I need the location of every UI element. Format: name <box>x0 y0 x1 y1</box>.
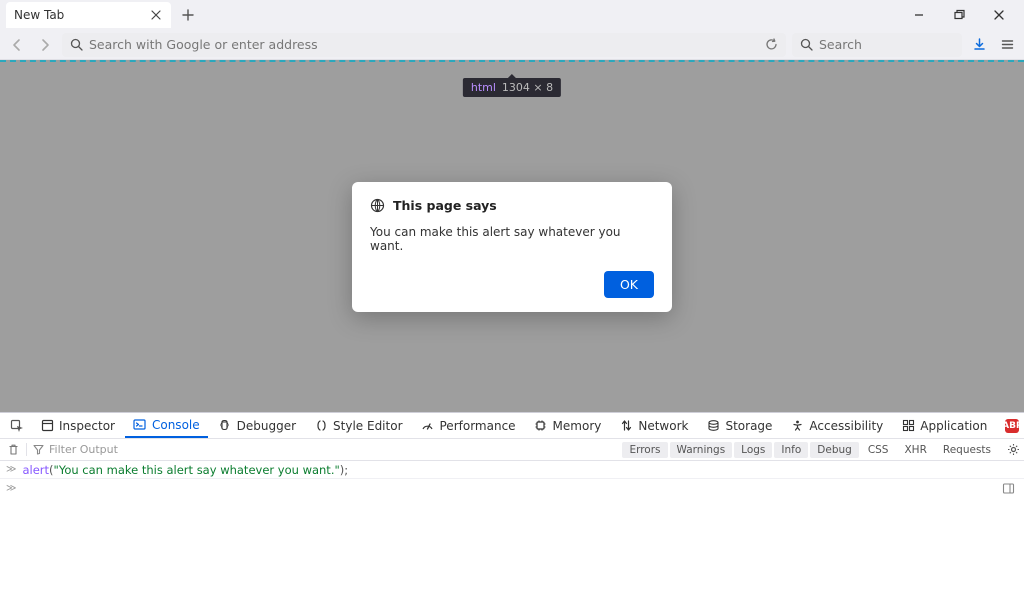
storage-icon <box>706 419 720 433</box>
debugger-icon <box>218 419 232 433</box>
chip-logs[interactable]: Logs <box>734 442 772 458</box>
element-dimensions-badge: html 1304 × 8 <box>463 78 561 97</box>
console-icon <box>133 418 147 432</box>
abp-icon: ABP <box>1005 419 1019 433</box>
search-input[interactable] <box>819 37 975 52</box>
network-icon <box>619 419 633 433</box>
console-filter-input[interactable] <box>49 443 616 456</box>
search-icon <box>70 38 83 51</box>
chip-warnings[interactable]: Warnings <box>670 442 733 458</box>
style-icon <box>314 419 328 433</box>
prompt-caret-icon: ≫ <box>6 464 16 475</box>
new-tab-button[interactable] <box>175 2 201 28</box>
tab-adblock[interactable]: ABPAdblock Plus <box>997 413 1024 438</box>
alert-message: You can make this alert say whatever you… <box>370 225 654 253</box>
window-controls <box>908 4 1018 26</box>
chip-css[interactable]: CSS <box>861 442 896 458</box>
console-filterbar: Errors Warnings Logs Info Debug CSS XHR … <box>0 439 1024 461</box>
reload-icon[interactable] <box>765 38 778 51</box>
app-menu-icon[interactable] <box>996 34 1018 56</box>
tab-style-editor[interactable]: Style Editor <box>306 413 410 438</box>
alert-title: This page says <box>393 198 497 213</box>
accessibility-icon <box>790 419 804 433</box>
tab-application[interactable]: Application <box>893 413 995 438</box>
application-icon <box>901 419 915 433</box>
browser-tab[interactable]: New Tab <box>6 2 171 28</box>
inspector-icon <box>40 419 54 433</box>
console-output: ≫ alert("You can make this alert say wha… <box>0 461 1024 603</box>
forward-button[interactable] <box>34 34 56 56</box>
close-window-button[interactable] <box>988 4 1010 26</box>
chip-xhr[interactable]: XHR <box>897 442 933 458</box>
performance-icon <box>421 419 435 433</box>
search-icon <box>800 38 813 51</box>
split-console-icon[interactable] <box>998 479 1018 497</box>
minimize-button[interactable] <box>908 4 930 26</box>
tab-storage[interactable]: Storage <box>698 413 780 438</box>
devtools-tabbar: Inspector Console Debugger Style Editor … <box>0 413 1024 439</box>
globe-icon <box>370 198 385 213</box>
devtools-panel: Inspector Console Debugger Style Editor … <box>0 412 1024 603</box>
pick-element-icon[interactable] <box>4 413 30 438</box>
console-line[interactable]: ≫ alert("You can make this alert say wha… <box>0 461 1024 479</box>
alert-ok-button[interactable]: OK <box>604 271 654 298</box>
maximize-button[interactable] <box>948 4 970 26</box>
search-bar[interactable] <box>792 33 962 57</box>
badge-tagname: html <box>471 81 496 94</box>
tab-inspector[interactable]: Inspector <box>32 413 123 438</box>
tab-memory[interactable]: Memory <box>526 413 610 438</box>
tab-title: New Tab <box>14 8 149 22</box>
funnel-icon <box>33 444 44 455</box>
badge-dimensions: 1304 × 8 <box>502 81 553 94</box>
tab-performance[interactable]: Performance <box>413 413 524 438</box>
tab-accessibility[interactable]: Accessibility <box>782 413 891 438</box>
console-filter[interactable] <box>26 443 622 456</box>
console-category-chips: Errors Warnings Logs Info Debug CSS XHR … <box>622 442 1002 458</box>
close-tab-icon[interactable] <box>149 8 163 22</box>
chip-debug[interactable]: Debug <box>810 442 859 458</box>
tab-debugger[interactable]: Debugger <box>210 413 304 438</box>
browser-toolbar <box>0 30 1024 60</box>
chip-requests[interactable]: Requests <box>936 442 998 458</box>
downloads-icon[interactable] <box>968 34 990 56</box>
address-bar[interactable] <box>62 33 786 57</box>
address-input[interactable] <box>89 37 759 52</box>
prompt-caret-icon: ≫ <box>6 483 16 494</box>
chip-errors[interactable]: Errors <box>622 442 667 458</box>
browser-titlebar: New Tab <box>0 0 1024 30</box>
back-button[interactable] <box>6 34 28 56</box>
tab-console[interactable]: Console <box>125 413 208 438</box>
chip-info[interactable]: Info <box>774 442 808 458</box>
js-alert-dialog: This page says You can make this alert s… <box>352 182 672 312</box>
alert-header: This page says <box>370 198 654 213</box>
page-viewport: html 1304 × 8 This page says You can mak… <box>0 60 1024 412</box>
tab-network[interactable]: Network <box>611 413 696 438</box>
console-input-row[interactable]: ≫ <box>0 479 1024 497</box>
clear-console-icon[interactable] <box>0 443 26 456</box>
console-settings-icon[interactable] <box>1002 443 1024 456</box>
memory-icon <box>534 419 548 433</box>
